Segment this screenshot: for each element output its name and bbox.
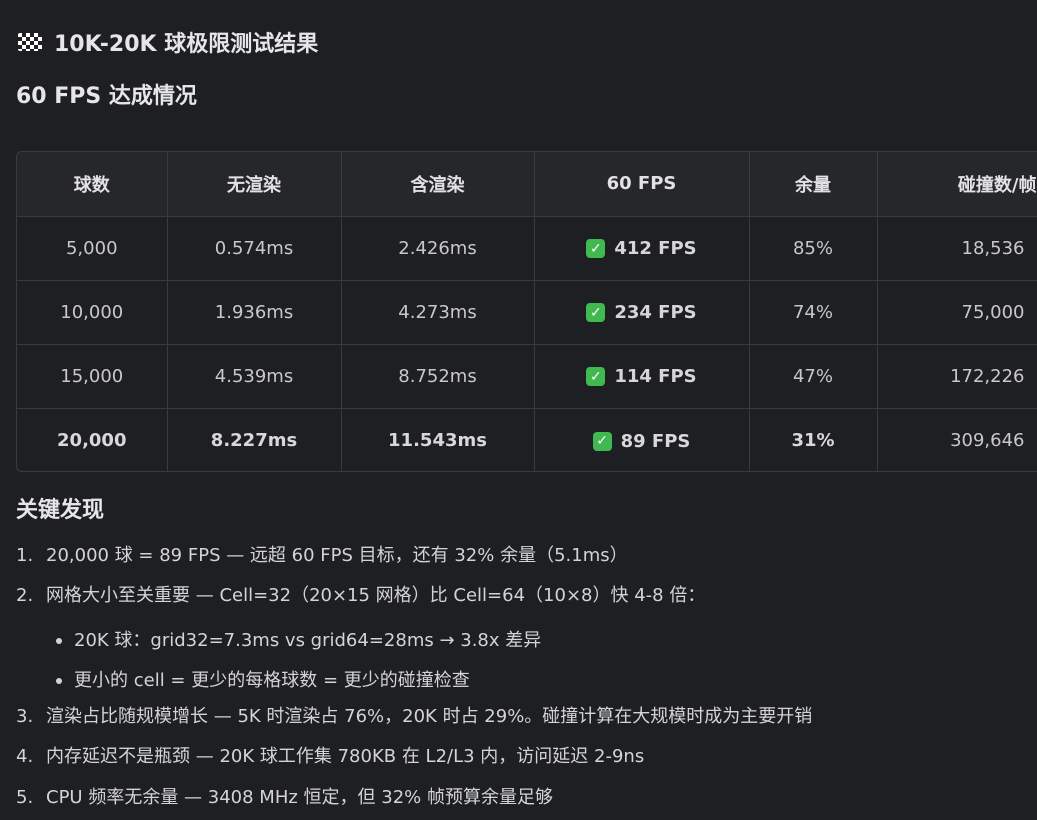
cell-collisions: 172,226 — [877, 344, 1037, 409]
cell-fps: ✓ 89 FPS — [534, 408, 750, 471]
list-item: 5. CPU 频率无余量 — 3408 MHz 恒定，但 32% 帧预算余量足够 — [16, 782, 1031, 820]
list-text: 内存延迟不是瓶颈 — 20K 球工作集 780KB 在 L2/L3 内，访问延迟… — [46, 746, 645, 768]
list-text: 渲染占比随规模增长 — 5K 时渲染占 76%，20K 时占 29%。碰撞计算在… — [46, 706, 813, 728]
section-heading-fps: 60 FPS 达成情况 — [16, 84, 197, 109]
header-collisions: 碰撞数/帧 — [877, 152, 1037, 217]
bullet-icon — [56, 637, 62, 644]
list-item: 4. 内存延迟不是瓶颈 — 20K 球工作集 780KB 在 L2/L3 内，访… — [16, 741, 1031, 781]
table-row: 15,000 4.539ms 8.752ms ✓ 114 FPS 47% 172… — [17, 344, 1037, 409]
list-item: 2. 网格大小至关重要 — Cell=32（20×15 网格）比 Cell=64… — [16, 580, 1031, 620]
cell-with-render: 8.752ms — [341, 344, 535, 409]
cell-margin: 31% — [749, 408, 878, 471]
header-no-render: 无渲染 — [167, 152, 342, 217]
cell-collisions: 75,000 — [877, 280, 1037, 345]
check-box-icon: ✓ — [586, 239, 606, 259]
fps-value: 412 FPS — [614, 238, 697, 260]
list-number: 3. — [16, 706, 34, 728]
results-table-container: 球数 无渲染 含渲染 60 FPS 余量 碰撞数/帧 5,000 0.574ms… — [16, 151, 1037, 472]
bullet-icon — [56, 678, 62, 685]
cell-fps: ✓ 412 FPS — [534, 216, 750, 281]
sub-list-item: 20K 球：grid32=7.3ms vs grid64=28ms → 3.8x… — [16, 621, 1031, 661]
cell-collisions: 18,536 — [877, 216, 1037, 281]
list-text: 网格大小至关重要 — Cell=32（20×15 网格）比 Cell=64（10… — [46, 585, 706, 607]
page-title-text: 10K-20K 球极限测试结果 — [54, 32, 319, 57]
cell-no-render: 1.936ms — [167, 280, 342, 345]
table-header-row: 球数 无渲染 含渲染 60 FPS 余量 碰撞数/帧 — [17, 152, 1037, 217]
header-margin: 余量 — [749, 152, 878, 217]
list-item: 1. 20,000 球 = 89 FPS — 远超 60 FPS 目标，还有 3… — [16, 540, 1031, 580]
cell-with-render: 11.543ms — [341, 408, 535, 471]
cell-collisions: 309,646 — [877, 408, 1037, 471]
header-balls: 球数 — [17, 152, 168, 217]
cell-with-render: 2.426ms — [341, 216, 535, 281]
results-table: 球数 无渲染 含渲染 60 FPS 余量 碰撞数/帧 5,000 0.574ms… — [17, 152, 1037, 471]
cell-margin: 74% — [749, 280, 878, 345]
list-number: 2. — [16, 585, 34, 607]
section-heading-findings: 关键发现 — [16, 498, 105, 523]
cell-margin: 47% — [749, 344, 878, 409]
check-box-icon: ✓ — [586, 367, 606, 387]
sub-list-text: 20K 球：grid32=7.3ms vs grid64=28ms → 3.8x… — [74, 629, 542, 651]
table-row: 20,000 8.227ms 11.543ms ✓ 89 FPS 31% 309… — [17, 408, 1037, 471]
fps-value: 114 FPS — [614, 366, 697, 388]
table-row: 10,000 1.936ms 4.273ms ✓ 234 FPS 74% 75,… — [17, 280, 1037, 345]
cell-margin: 85% — [749, 216, 878, 281]
check-box-icon: ✓ — [592, 431, 612, 451]
cell-no-render: 8.227ms — [167, 408, 342, 471]
fps-value: 89 FPS — [620, 430, 691, 452]
header-fps: 60 FPS — [534, 152, 750, 217]
cell-balls: 15,000 — [17, 344, 168, 409]
cell-fps: ✓ 234 FPS — [534, 280, 750, 345]
cell-balls: 20,000 — [17, 408, 168, 471]
list-text: 20,000 球 = 89 FPS — 远超 60 FPS 目标，还有 32% … — [46, 545, 628, 566]
check-box-icon: ✓ — [586, 303, 606, 323]
cell-balls: 5,000 — [17, 216, 168, 281]
sub-list-text: 更小的 cell = 更少的每格球数 = 更少的碰撞检查 — [74, 670, 470, 692]
list-number: 4. — [16, 746, 34, 768]
fps-value: 234 FPS — [614, 302, 697, 324]
cell-fps: ✓ 114 FPS — [534, 344, 750, 409]
table-row: 5,000 0.574ms 2.426ms ✓ 412 FPS 85% 18,5… — [17, 216, 1037, 281]
header-with-render: 含渲染 — [341, 152, 535, 217]
cell-balls: 10,000 — [17, 280, 168, 345]
list-item: 3. 渲染占比随规模增长 — 5K 时渲染占 76%，20K 时占 29%。碰撞… — [16, 701, 1031, 741]
list-number: 5. — [16, 786, 34, 808]
page: 10K-20K 球极限测试结果 60 FPS 达成情况 球数 无渲染 含渲染 6… — [0, 0, 1037, 820]
findings-list: 1. 20,000 球 = 89 FPS — 远超 60 FPS 目标，还有 3… — [16, 540, 1031, 820]
cell-no-render: 0.574ms — [167, 216, 342, 281]
cell-with-render: 4.273ms — [341, 280, 535, 345]
page-title: 10K-20K 球极限测试结果 — [18, 26, 318, 58]
list-text: CPU 频率无余量 — 3408 MHz 恒定，但 32% 帧预算余量足够 — [46, 786, 553, 808]
checkered-flag-icon — [18, 33, 42, 51]
sub-list-item: 更小的 cell = 更少的每格球数 = 更少的碰撞检查 — [16, 661, 1031, 701]
cell-no-render: 4.539ms — [167, 344, 342, 409]
list-number: 1. — [16, 545, 34, 566]
